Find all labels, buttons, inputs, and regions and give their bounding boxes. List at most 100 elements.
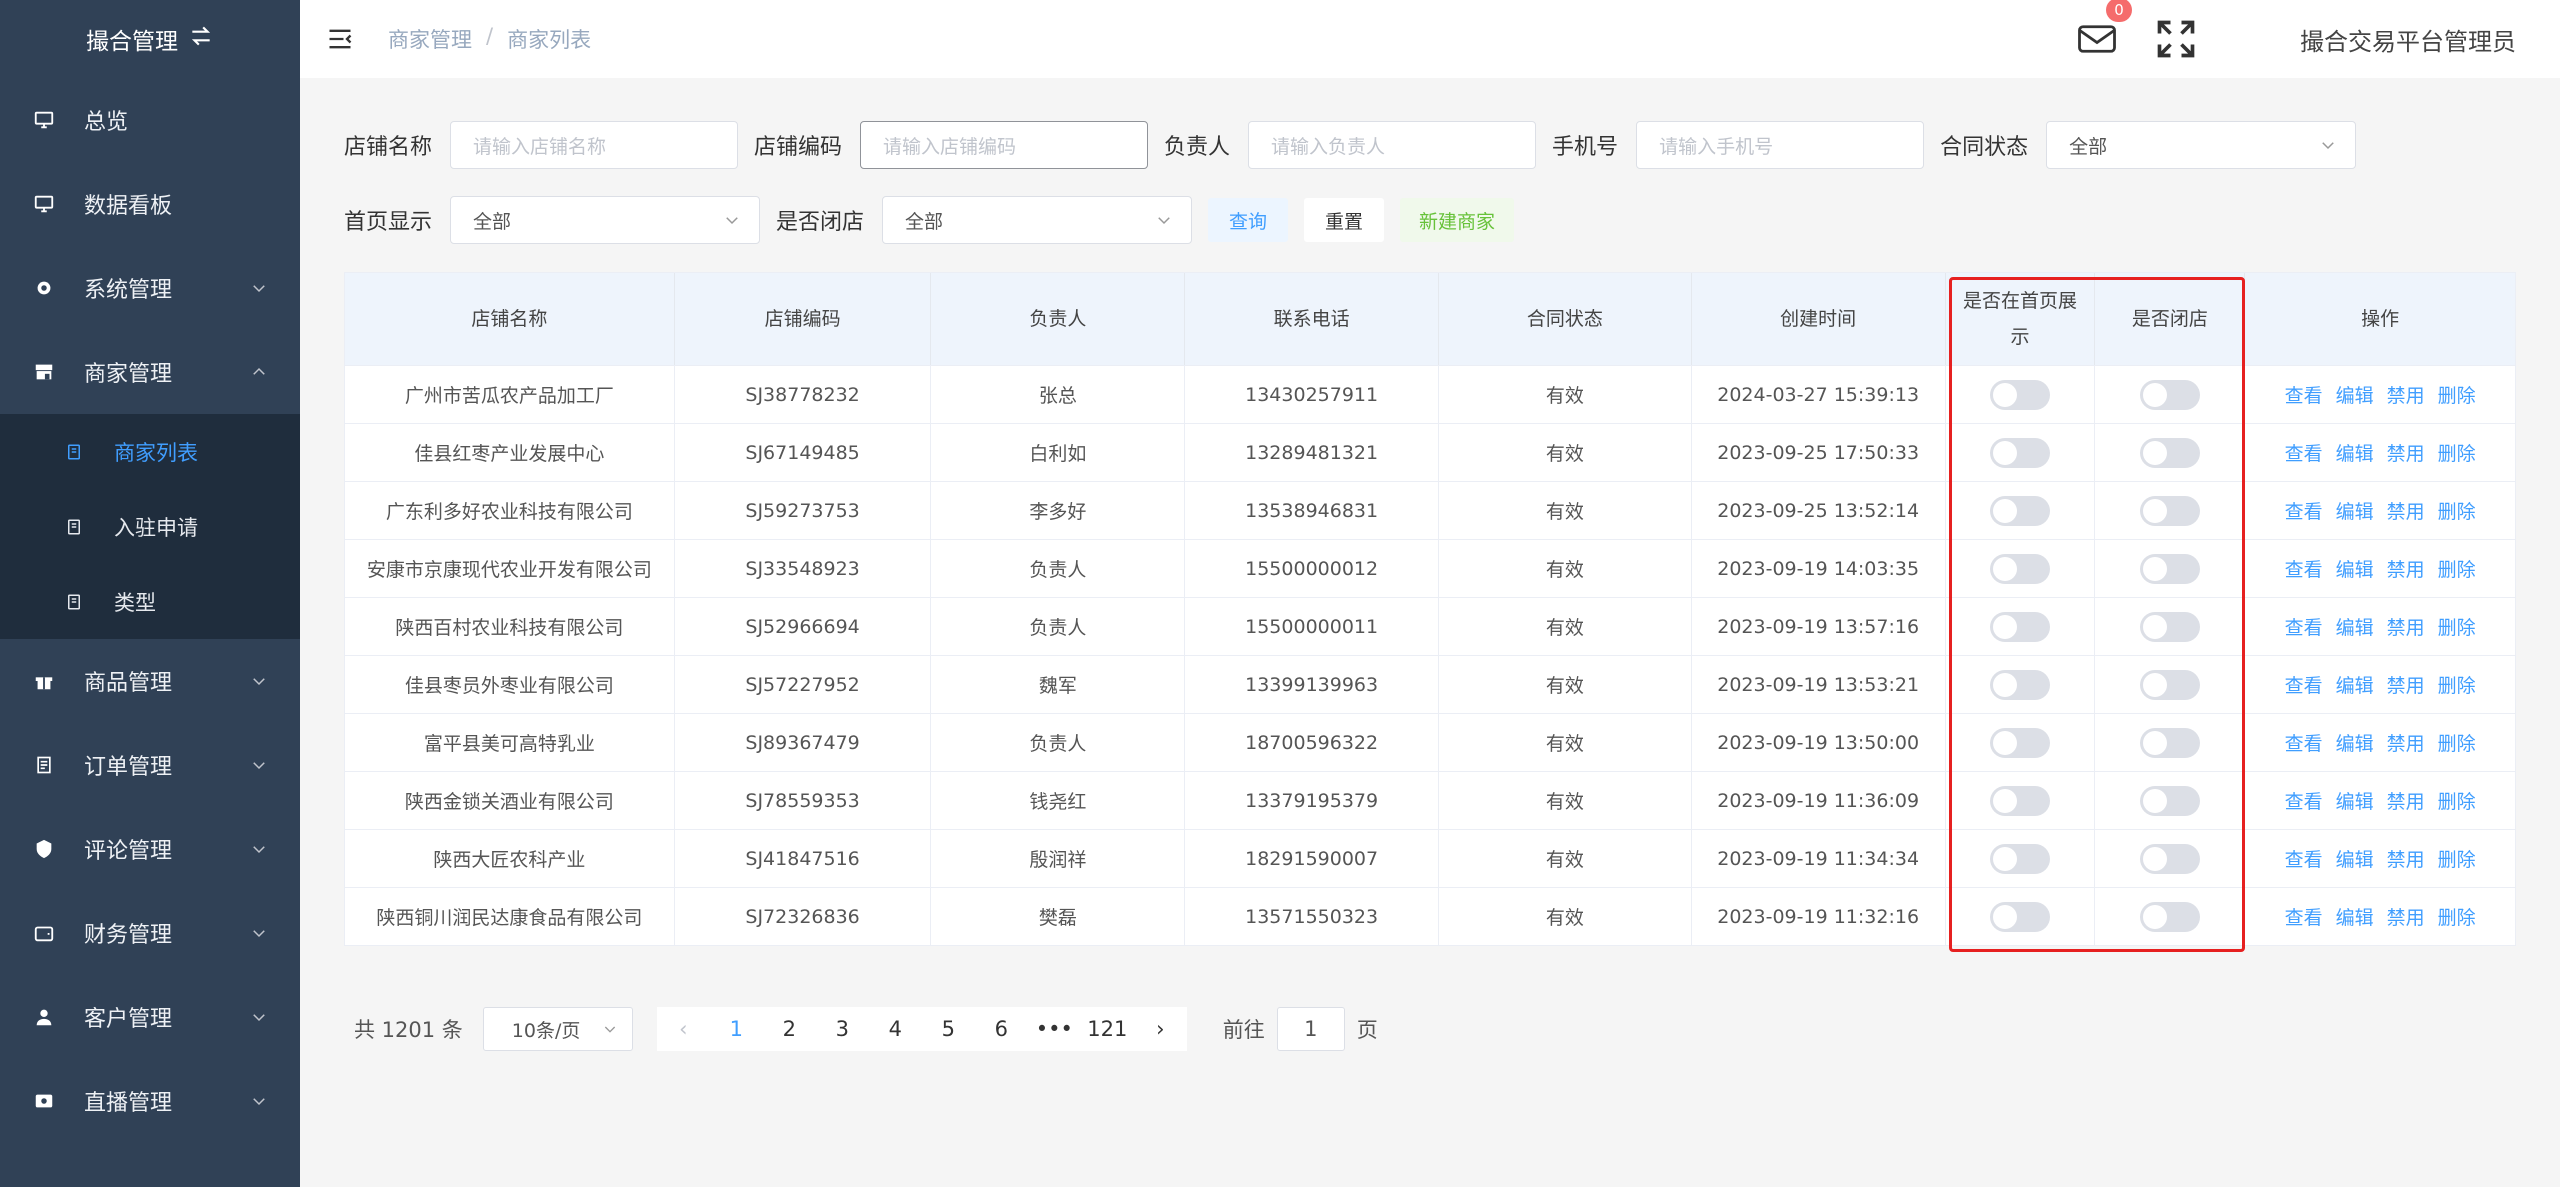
closed-toggle[interactable] [2139, 901, 2200, 932]
action-link[interactable]: 查看 [2285, 729, 2323, 756]
action-link[interactable]: 删除 [2438, 671, 2476, 698]
action-link[interactable]: 编辑 [2336, 729, 2374, 756]
avatar[interactable] [2248, 11, 2288, 67]
action-link[interactable]: 查看 [2285, 787, 2323, 814]
action-link[interactable]: 删除 [2438, 845, 2476, 872]
action-link[interactable]: 删除 [2438, 787, 2476, 814]
action-link[interactable]: 删除 [2438, 903, 2476, 930]
sidebar-item[interactable]: 系统管理 [0, 246, 300, 330]
shop-code-input[interactable]: 请输入店铺编码 [860, 121, 1149, 169]
reset-button[interactable]: 重置 [1304, 198, 1385, 242]
menu-toggle-icon[interactable] [326, 25, 354, 53]
action-link[interactable]: 编辑 [2336, 439, 2374, 466]
sidebar-item[interactable]: 总览 [0, 78, 300, 162]
breadcrumb-item[interactable]: 商家管理 [388, 24, 472, 54]
action-link[interactable]: 编辑 [2336, 787, 2374, 814]
sidebar-subitem[interactable]: 入驻申请 [0, 489, 300, 564]
page-number[interactable]: 1 [710, 1007, 763, 1051]
action-link[interactable]: 禁用 [2387, 729, 2425, 756]
contract-status-select[interactable]: 全部 [2046, 121, 2357, 169]
mail-icon[interactable]: 0 [2076, 0, 2132, 60]
owner-input[interactable]: 请输入负责人 [1248, 121, 1537, 169]
homepage-toggle[interactable] [1989, 727, 2050, 758]
page-number[interactable]: 5 [922, 1007, 975, 1051]
new-merchant-button[interactable]: 新建商家 [1400, 198, 1515, 242]
sidebar-item[interactable]: 财务管理 [0, 891, 300, 975]
sidebar-subitem[interactable]: 商家列表 [0, 414, 300, 489]
action-link[interactable]: 删除 [2438, 381, 2476, 408]
closed-select[interactable]: 全部 [882, 196, 1193, 244]
action-link[interactable]: 禁用 [2387, 845, 2425, 872]
sidebar-item[interactable]: 商家管理 [0, 330, 300, 414]
swap-icon[interactable] [188, 23, 214, 56]
closed-toggle[interactable] [2139, 379, 2200, 410]
sidebar-item[interactable]: 商品管理 [0, 639, 300, 723]
action-link[interactable]: 查看 [2285, 613, 2323, 640]
homepage-toggle[interactable] [1989, 379, 2050, 410]
sidebar-item[interactable]: 订单管理 [0, 723, 300, 807]
action-link[interactable]: 禁用 [2387, 555, 2425, 582]
action-link[interactable]: 删除 [2438, 497, 2476, 524]
action-link[interactable]: 禁用 [2387, 613, 2425, 640]
homepage-toggle[interactable] [1989, 611, 2050, 642]
shop-name-input[interactable]: 请输入店铺名称 [450, 121, 739, 169]
action-link[interactable]: 禁用 [2387, 439, 2425, 466]
homepage-toggle[interactable] [1989, 437, 2050, 468]
homepage-display-select[interactable]: 全部 [450, 196, 761, 244]
action-link[interactable]: 禁用 [2387, 381, 2425, 408]
sidebar-item[interactable]: 直播管理 [0, 1059, 300, 1143]
action-link[interactable]: 删除 [2438, 439, 2476, 466]
page-number[interactable]: 3 [816, 1007, 869, 1051]
fullscreen-icon[interactable] [2154, 17, 2198, 61]
page-jump-input[interactable]: 1 [1276, 1007, 1345, 1051]
action-link[interactable]: 查看 [2285, 381, 2323, 408]
action-link[interactable]: 编辑 [2336, 903, 2374, 930]
sidebar-item[interactable]: 评论管理 [0, 807, 300, 891]
action-link[interactable]: 查看 [2285, 497, 2323, 524]
closed-toggle[interactable] [2139, 843, 2200, 874]
sidebar-item[interactable]: 客户管理 [0, 975, 300, 1059]
action-link[interactable]: 删除 [2438, 729, 2476, 756]
action-link[interactable]: 编辑 [2336, 497, 2374, 524]
action-link[interactable]: 查看 [2285, 845, 2323, 872]
page-size-select[interactable]: 10条/页 [482, 1007, 633, 1051]
homepage-toggle[interactable] [1989, 785, 2050, 816]
query-button[interactable]: 查询 [1208, 198, 1289, 242]
homepage-toggle[interactable] [1989, 553, 2050, 584]
action-link[interactable]: 禁用 [2387, 903, 2425, 930]
homepage-toggle[interactable] [1989, 669, 2050, 700]
homepage-toggle[interactable] [1989, 843, 2050, 874]
closed-toggle[interactable] [2139, 495, 2200, 526]
action-link[interactable]: 禁用 [2387, 497, 2425, 524]
page-number[interactable]: 2 [763, 1007, 816, 1051]
action-link[interactable]: 编辑 [2336, 845, 2374, 872]
action-link[interactable]: 禁用 [2387, 671, 2425, 698]
action-link[interactable]: 编辑 [2336, 613, 2374, 640]
action-link[interactable]: 查看 [2285, 555, 2323, 582]
action-link[interactable]: 删除 [2438, 613, 2476, 640]
closed-toggle[interactable] [2139, 553, 2200, 584]
sidebar-item[interactable]: 数据看板 [0, 162, 300, 246]
homepage-toggle[interactable] [1989, 901, 2050, 932]
action-link[interactable]: 编辑 [2336, 555, 2374, 582]
closed-toggle[interactable] [2139, 611, 2200, 642]
page-number[interactable]: ••• [1028, 1007, 1081, 1051]
action-link[interactable]: 编辑 [2336, 671, 2374, 698]
page-number[interactable]: 4 [869, 1007, 922, 1051]
action-link[interactable]: 删除 [2438, 555, 2476, 582]
next-page-icon[interactable]: › [1134, 1007, 1187, 1051]
action-link[interactable]: 查看 [2285, 671, 2323, 698]
action-link[interactable]: 禁用 [2387, 787, 2425, 814]
sidebar-subitem[interactable]: 类型 [0, 564, 300, 639]
prev-page-icon[interactable]: ‹ [657, 1007, 710, 1051]
page-number[interactable]: 6 [975, 1007, 1028, 1051]
action-link[interactable]: 查看 [2285, 439, 2323, 466]
page-number[interactable]: 121 [1081, 1007, 1134, 1051]
action-link[interactable]: 查看 [2285, 903, 2323, 930]
username[interactable]: 撮合交易平台管理员 [2300, 22, 2516, 57]
action-link[interactable]: 编辑 [2336, 381, 2374, 408]
closed-toggle[interactable] [2139, 727, 2200, 758]
homepage-toggle[interactable] [1989, 495, 2050, 526]
phone-input[interactable]: 请输入手机号 [1636, 121, 1925, 169]
closed-toggle[interactable] [2139, 437, 2200, 468]
